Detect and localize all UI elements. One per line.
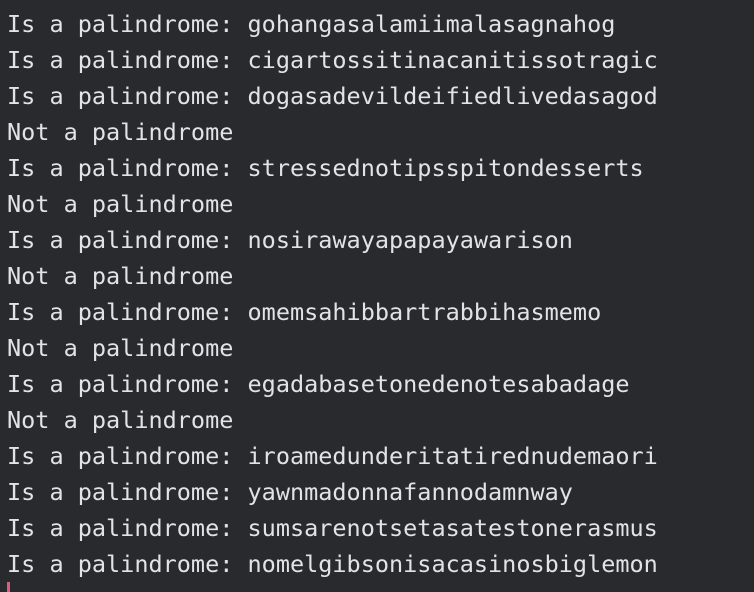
output-line: Is a palindrome: stressednotipsspitondes… <box>7 154 644 182</box>
output-line: Is a palindrome: egadabasetonedenotesaba… <box>7 370 630 398</box>
output-line: Is a palindrome: dogasadevildeifiedlived… <box>7 82 658 110</box>
output-line: Not a palindrome <box>7 118 234 146</box>
terminal-window[interactable]: Is a palindrome: gohangasalamiimalasagna… <box>0 0 754 592</box>
output-line: Not a palindrome <box>7 406 234 434</box>
terminal-output: Is a palindrome: gohangasalamiimalasagna… <box>7 6 658 582</box>
output-line: Is a palindrome: gohangasalamiimalasagna… <box>7 10 616 38</box>
output-line: Is a palindrome: cigartossitinacanitisso… <box>7 46 658 74</box>
output-line: Not a palindrome <box>7 262 234 290</box>
output-line: Is a palindrome: iroamedunderitatirednud… <box>7 442 658 470</box>
output-line: Is a palindrome: omemsahibbartrabbihasme… <box>7 298 602 326</box>
output-line: Not a palindrome <box>7 190 234 218</box>
output-line: Is a palindrome: sumsarenotsetasatestone… <box>7 514 658 542</box>
output-line: Is a palindrome: yawnmadonnafannodamnway <box>7 478 573 506</box>
output-line: Is a palindrome: nosirawayapapayawarison <box>7 226 573 254</box>
output-line: Not a palindrome <box>7 334 234 362</box>
terminal-cursor <box>7 582 10 592</box>
output-line: Is a palindrome: nomelgibsonisacasinosbi… <box>7 550 658 578</box>
